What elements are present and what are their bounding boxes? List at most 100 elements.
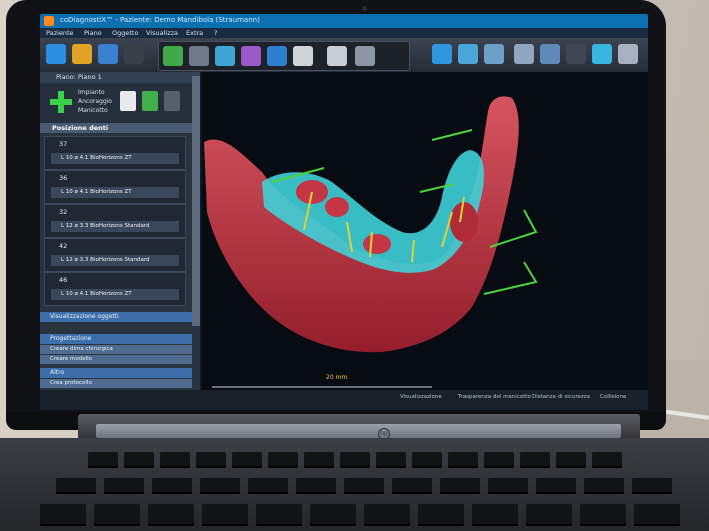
key[interactable] <box>248 478 288 494</box>
key[interactable] <box>94 504 140 526</box>
tooth-detail-row[interactable]: L 12 ø 3.3 BioHorizons Standard <box>51 255 179 266</box>
key[interactable] <box>634 504 680 526</box>
jaw-view-icon[interactable] <box>189 46 209 66</box>
key[interactable] <box>536 478 576 494</box>
tooth-view-icon[interactable] <box>293 46 313 66</box>
key[interactable] <box>56 478 96 494</box>
key[interactable] <box>520 452 550 468</box>
status-item[interactable]: Trasparenza del manicotto <box>458 394 531 400</box>
left-panel: Piano: Piano 1 Impianto Ancoraggio Manic… <box>40 72 200 390</box>
key[interactable] <box>152 478 192 494</box>
key[interactable] <box>580 504 626 526</box>
keyboard-deck <box>0 438 709 531</box>
scan-view-icon[interactable] <box>215 46 235 66</box>
section-header-objects[interactable]: Visualizzazione oggetti <box>40 312 192 322</box>
menu-extra[interactable]: Extra <box>186 29 203 37</box>
bin-icon[interactable] <box>120 91 136 111</box>
layout-view-icon[interactable] <box>355 46 375 66</box>
report-icon[interactable] <box>618 44 638 64</box>
left-panel-scrollbar[interactable] <box>192 76 200 326</box>
measure-icon[interactable] <box>514 44 534 64</box>
key[interactable] <box>160 452 190 468</box>
key[interactable] <box>584 478 624 494</box>
key[interactable] <box>340 452 370 468</box>
tooth-number: 37 <box>59 140 68 148</box>
key[interactable] <box>40 504 86 526</box>
key[interactable] <box>200 478 240 494</box>
action-implant[interactable]: Impianto <box>78 89 105 96</box>
key[interactable] <box>232 452 262 468</box>
back-icon[interactable] <box>46 44 66 64</box>
action-anchor[interactable]: Ancoraggio <box>78 98 112 105</box>
key[interactable] <box>364 504 410 526</box>
implant-view-icon[interactable] <box>163 46 183 66</box>
key[interactable] <box>392 478 432 494</box>
key[interactable] <box>304 452 334 468</box>
tooth-item[interactable]: 36 L 10 ø 4.1 BioHorizons ZT <box>44 170 186 204</box>
globe-icon[interactable] <box>98 44 118 64</box>
section-header-other[interactable]: Altro <box>40 368 192 378</box>
key[interactable] <box>124 452 154 468</box>
tooth-item[interactable]: 37 L 10 ø 4.1 BioHorizons ZT <box>44 136 186 170</box>
key[interactable] <box>472 504 518 526</box>
tooth-detail-row[interactable]: L 12 ø 3.3 BioHorizons Standard <box>51 221 179 232</box>
tooth-detail-row[interactable]: L 10 ø 4.1 BioHorizons ZT <box>51 153 179 164</box>
status-item[interactable]: Collisione <box>600 394 626 400</box>
key[interactable] <box>526 504 572 526</box>
key[interactable] <box>488 478 528 494</box>
menu-help[interactable]: ? <box>214 29 217 37</box>
key[interactable] <box>196 452 226 468</box>
3d-viewport[interactable]: 20 mm <box>202 72 648 390</box>
key[interactable] <box>296 478 336 494</box>
row-label: Crea protocollo <box>50 380 92 386</box>
tooth-item[interactable]: 32 L 12 ø 3.3 BioHorizons Standard <box>44 204 186 238</box>
tools-icon[interactable] <box>164 91 180 111</box>
menu-oggetto[interactable]: Oggetto <box>112 29 138 37</box>
key[interactable] <box>418 504 464 526</box>
rotate-icon[interactable] <box>458 44 478 64</box>
key[interactable] <box>448 452 478 468</box>
status-item[interactable]: Distanza di sicurezza <box>532 394 590 400</box>
design-row[interactable]: Creare dima chirurgica <box>40 345 192 354</box>
menu-paziente[interactable]: Paziente <box>46 29 74 37</box>
add-implant-icon[interactable] <box>50 91 72 113</box>
key[interactable] <box>440 478 480 494</box>
section-header-teeth[interactable]: Posizione denti <box>40 123 200 133</box>
guide-view-icon[interactable] <box>241 46 261 66</box>
ruler-icon[interactable] <box>484 44 504 64</box>
key[interactable] <box>148 504 194 526</box>
section-header-design[interactable]: Progettazione <box>40 334 192 344</box>
folder-icon[interactable] <box>72 44 92 64</box>
key[interactable] <box>268 452 298 468</box>
tooth-detail-row[interactable]: L 10 ø 4.1 BioHorizons ZT <box>51 289 179 300</box>
key[interactable] <box>556 452 586 468</box>
action-sleeve[interactable]: Manicotto <box>78 107 108 114</box>
add-object-icon[interactable] <box>432 44 452 64</box>
key[interactable] <box>632 478 672 494</box>
tooth-item[interactable]: 42 L 12 ø 3.3 BioHorizons Standard <box>44 238 186 272</box>
sleeve-view-icon[interactable] <box>267 46 287 66</box>
key[interactable] <box>256 504 302 526</box>
status-item[interactable]: Visualizzazione <box>400 394 442 400</box>
action-area: Impianto Ancoraggio Manicotto <box>40 83 200 123</box>
key[interactable] <box>412 452 442 468</box>
pan-icon[interactable] <box>540 44 560 64</box>
split-view-icon[interactable] <box>327 46 347 66</box>
snapshot-icon[interactable] <box>592 44 612 64</box>
tooth-detail-row[interactable]: L 10 ø 4.1 BioHorizons ZT <box>51 187 179 198</box>
key[interactable] <box>344 478 384 494</box>
save-icon[interactable] <box>124 44 144 64</box>
key[interactable] <box>310 504 356 526</box>
key[interactable] <box>376 452 406 468</box>
key[interactable] <box>104 478 144 494</box>
design-row[interactable]: Creare modello <box>40 355 192 364</box>
key[interactable] <box>484 452 514 468</box>
menu-visualizza[interactable]: Visualizza <box>146 29 178 37</box>
other-row[interactable]: Crea protocollo <box>40 379 192 388</box>
key[interactable] <box>88 452 118 468</box>
tooth-item[interactable]: 46 L 10 ø 4.1 BioHorizons ZT <box>44 272 186 306</box>
key[interactable] <box>202 504 248 526</box>
check-icon[interactable] <box>142 91 158 111</box>
menu-piano[interactable]: Piano <box>84 29 102 37</box>
key[interactable] <box>592 452 622 468</box>
